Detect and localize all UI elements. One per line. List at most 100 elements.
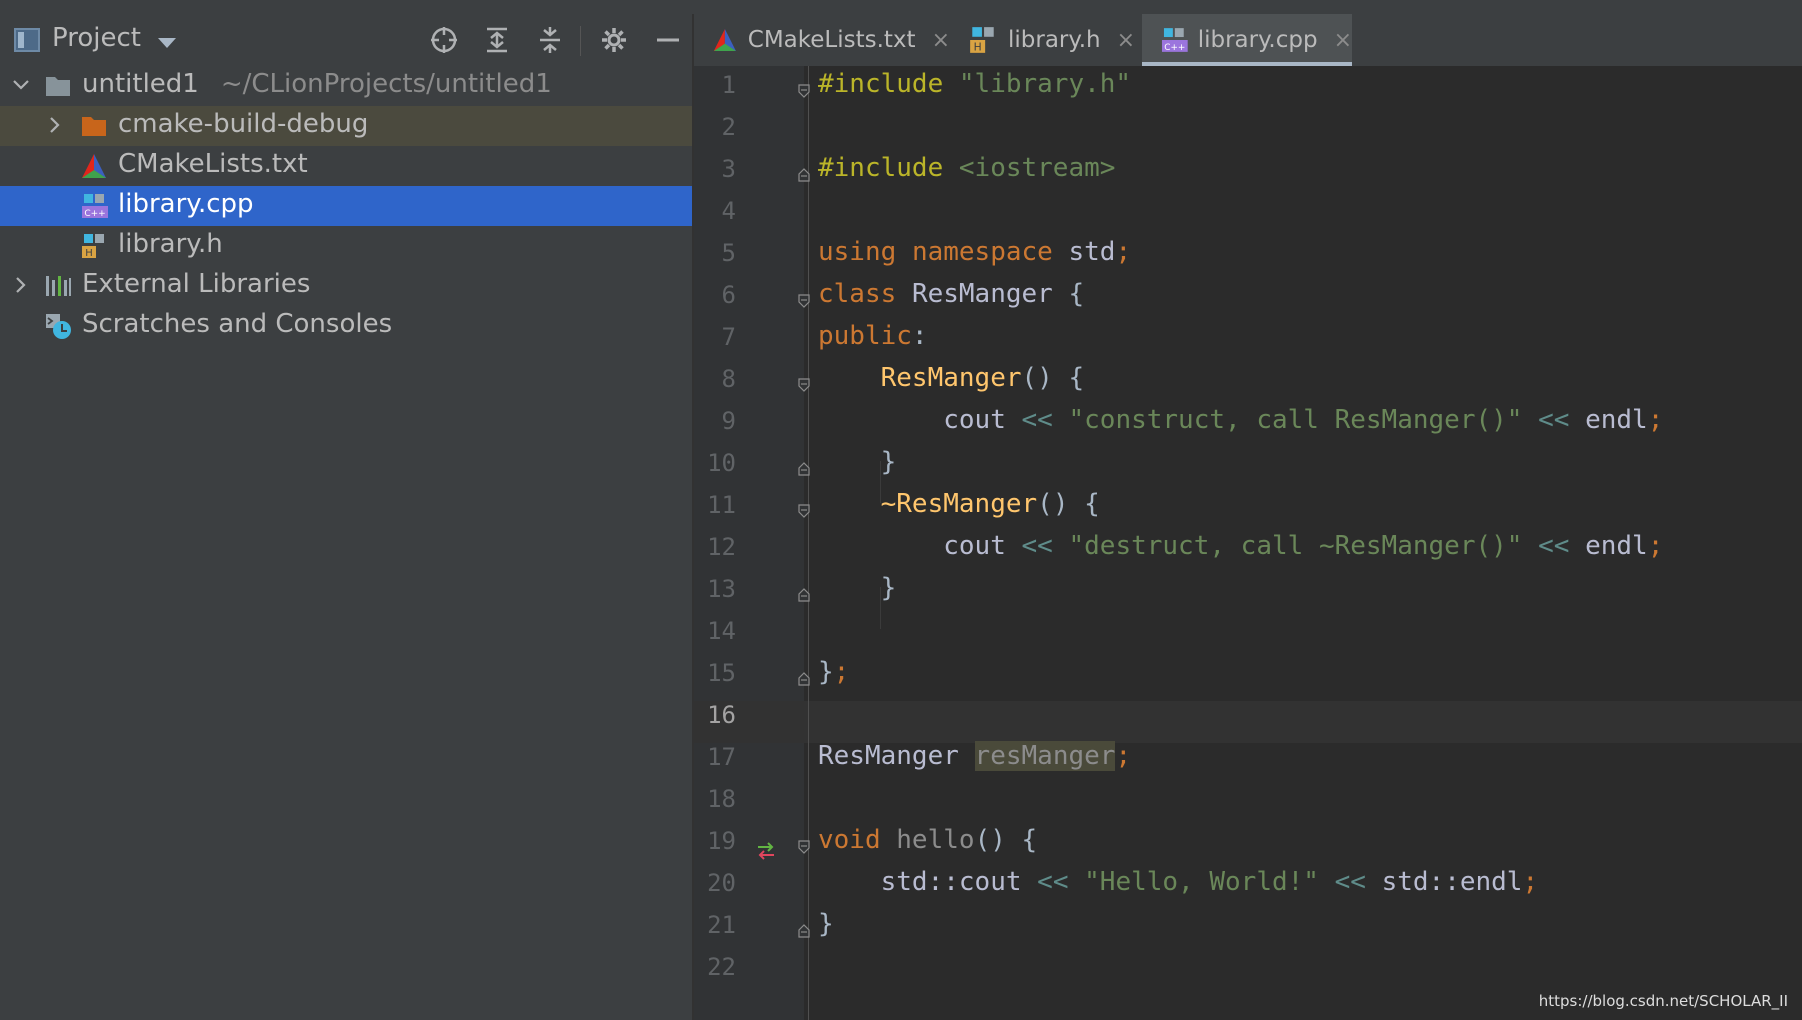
line-number[interactable]: 14 xyxy=(694,617,736,645)
navigate-declaration-icon[interactable] xyxy=(754,839,778,863)
code-line-15: }; xyxy=(818,657,850,687)
tree-item-untitled1[interactable]: untitled1 ~/CLionProjects/untitled1 xyxy=(0,66,692,106)
fold-open-icon[interactable] xyxy=(798,84,810,98)
tree-item-library-h[interactable]: H library.h xyxy=(0,226,692,266)
line-number[interactable]: 21 xyxy=(694,911,736,939)
code-line-6: class ResManger { xyxy=(818,279,1085,309)
close-icon[interactable]: × xyxy=(932,28,950,53)
tab-library-cpp[interactable]: C++ library.cpp × xyxy=(1142,14,1352,66)
watermark: https://blog.csdn.net/SCHOLAR_II xyxy=(1538,992,1788,1010)
svg-text:C++: C++ xyxy=(84,209,105,219)
tab-label: CMakeLists.txt xyxy=(747,27,916,53)
fold-close-icon[interactable] xyxy=(798,924,810,938)
fold-open-icon[interactable] xyxy=(798,378,810,392)
line-number[interactable]: 6 xyxy=(694,281,736,309)
fold-close-icon[interactable] xyxy=(798,588,810,602)
tree-item-external-libraries[interactable]: External Libraries xyxy=(0,266,692,306)
code-line-13: } xyxy=(880,573,897,603)
chevron-right-icon[interactable] xyxy=(10,274,32,296)
locate-icon[interactable] xyxy=(428,24,460,56)
header-file-icon: H xyxy=(82,234,104,259)
line-number[interactable]: 8 xyxy=(694,365,736,393)
tab-label: library.cpp xyxy=(1197,27,1318,53)
line-number[interactable]: 16 xyxy=(694,701,736,729)
current-line-highlight xyxy=(694,701,1802,743)
fold-gutter-line xyxy=(808,66,809,1020)
tree-item-library-cpp[interactable]: C++ library.cpp xyxy=(0,186,692,226)
chevron-right-icon[interactable] xyxy=(44,114,66,136)
svg-text:C++: C++ xyxy=(1164,43,1185,53)
tab-library-h[interactable]: H library.h × xyxy=(950,14,1142,66)
minimize-icon[interactable] xyxy=(652,24,684,56)
code-line-7: public: xyxy=(818,321,928,351)
line-number[interactable]: 19 xyxy=(694,827,736,855)
tab-label: library.h xyxy=(1008,27,1101,53)
code-line-9: cout << "construct, call ResManger()" <<… xyxy=(943,405,1664,435)
line-number[interactable]: 7 xyxy=(694,323,736,351)
tab-cmakelists[interactable]: CMakeLists.txt × xyxy=(694,14,950,66)
line-number[interactable]: 18 xyxy=(694,785,736,813)
fold-close-icon[interactable] xyxy=(798,168,810,182)
line-number[interactable]: 1 xyxy=(694,71,736,99)
project-title[interactable]: Project xyxy=(52,23,141,53)
fold-open-icon[interactable] xyxy=(798,294,810,308)
tree-item-label: CMakeLists.txt xyxy=(118,149,308,179)
project-panel: Project untitled1 ~/CLionProjects/untitle… xyxy=(0,14,694,1020)
tree-item-label: library.h xyxy=(118,229,223,259)
line-number[interactable]: 2 xyxy=(694,113,736,141)
chevron-down-icon[interactable] xyxy=(158,38,176,48)
expand-all-icon[interactable] xyxy=(481,24,513,56)
close-icon[interactable]: × xyxy=(1334,28,1352,53)
line-number[interactable]: 5 xyxy=(694,239,736,267)
tree-item-label: untitled1 xyxy=(82,69,199,99)
line-number[interactable]: 22 xyxy=(694,953,736,981)
fold-close-icon[interactable] xyxy=(798,672,810,686)
line-number[interactable]: 9 xyxy=(694,407,736,435)
tree-item-label: Scratches and Consoles xyxy=(82,309,393,339)
project-path: ~/CLionProjects/untitled1 xyxy=(220,69,552,99)
tree-item-label: cmake-build-debug xyxy=(118,109,369,139)
code-editor[interactable]: 1 2 3 4 5 6 7 8 9 10 11 12 13 14 15 16 17 18 19 20 21 22 #inc… xyxy=(694,66,1802,1020)
tree-item-label: library.cpp xyxy=(118,189,254,219)
scratches-icon xyxy=(46,314,71,339)
toolbar-separator xyxy=(580,26,581,56)
line-number[interactable]: 10 xyxy=(694,449,736,477)
code-line-17: ResManger resManger; xyxy=(818,741,1132,771)
code-line-19: void hello() { xyxy=(818,825,1038,855)
code-line-1: #include "library.h" xyxy=(818,69,1132,99)
line-number[interactable]: 15 xyxy=(694,659,736,687)
line-number[interactable]: 4 xyxy=(694,197,736,225)
project-window-icon xyxy=(14,28,40,52)
folder-orange-icon xyxy=(82,117,106,136)
cpp-file-icon: C++ xyxy=(82,194,108,219)
code-line-20: std::cout << "Hello, World!" << std::end… xyxy=(880,867,1539,897)
svg-text:H: H xyxy=(85,248,93,259)
fold-open-icon[interactable] xyxy=(798,504,810,518)
close-icon[interactable]: × xyxy=(1117,28,1135,53)
cpp-file-icon: C++ xyxy=(1161,28,1188,53)
collapse-all-icon[interactable] xyxy=(534,24,566,56)
chevron-down-icon[interactable] xyxy=(10,74,32,96)
line-number[interactable]: 13 xyxy=(694,575,736,603)
fold-open-icon[interactable] xyxy=(798,840,810,854)
line-number[interactable]: 17 xyxy=(694,743,736,771)
tree-item-label: External Libraries xyxy=(82,269,311,299)
header-file-icon: H xyxy=(970,27,994,54)
line-number[interactable]: 12 xyxy=(694,533,736,561)
folder-icon xyxy=(46,77,70,96)
code-line-3: #include <iostream> xyxy=(818,153,1116,183)
line-number[interactable]: 20 xyxy=(694,869,736,897)
code-line-12: cout << "destruct, call ~ResManger()" <<… xyxy=(943,531,1664,561)
code-line-8: ResManger() { xyxy=(880,363,1085,393)
fold-close-icon[interactable] xyxy=(798,462,810,476)
gear-icon[interactable] xyxy=(598,24,630,56)
code-line-11: ~ResManger() { xyxy=(880,489,1100,519)
tree-item-scratches[interactable]: Scratches and Consoles xyxy=(0,306,692,346)
line-number[interactable]: 3 xyxy=(694,155,736,183)
line-number[interactable]: 11 xyxy=(694,491,736,519)
code-line-5: using namespace std; xyxy=(818,237,1132,267)
project-panel-header: Project xyxy=(0,14,692,66)
project-tree: untitled1 ~/CLionProjects/untitled1 cmake… xyxy=(0,66,692,346)
tree-item-cmakelists[interactable]: CMakeLists.txt xyxy=(0,146,692,186)
tree-item-cmake-build-debug[interactable]: cmake-build-debug xyxy=(0,106,692,146)
